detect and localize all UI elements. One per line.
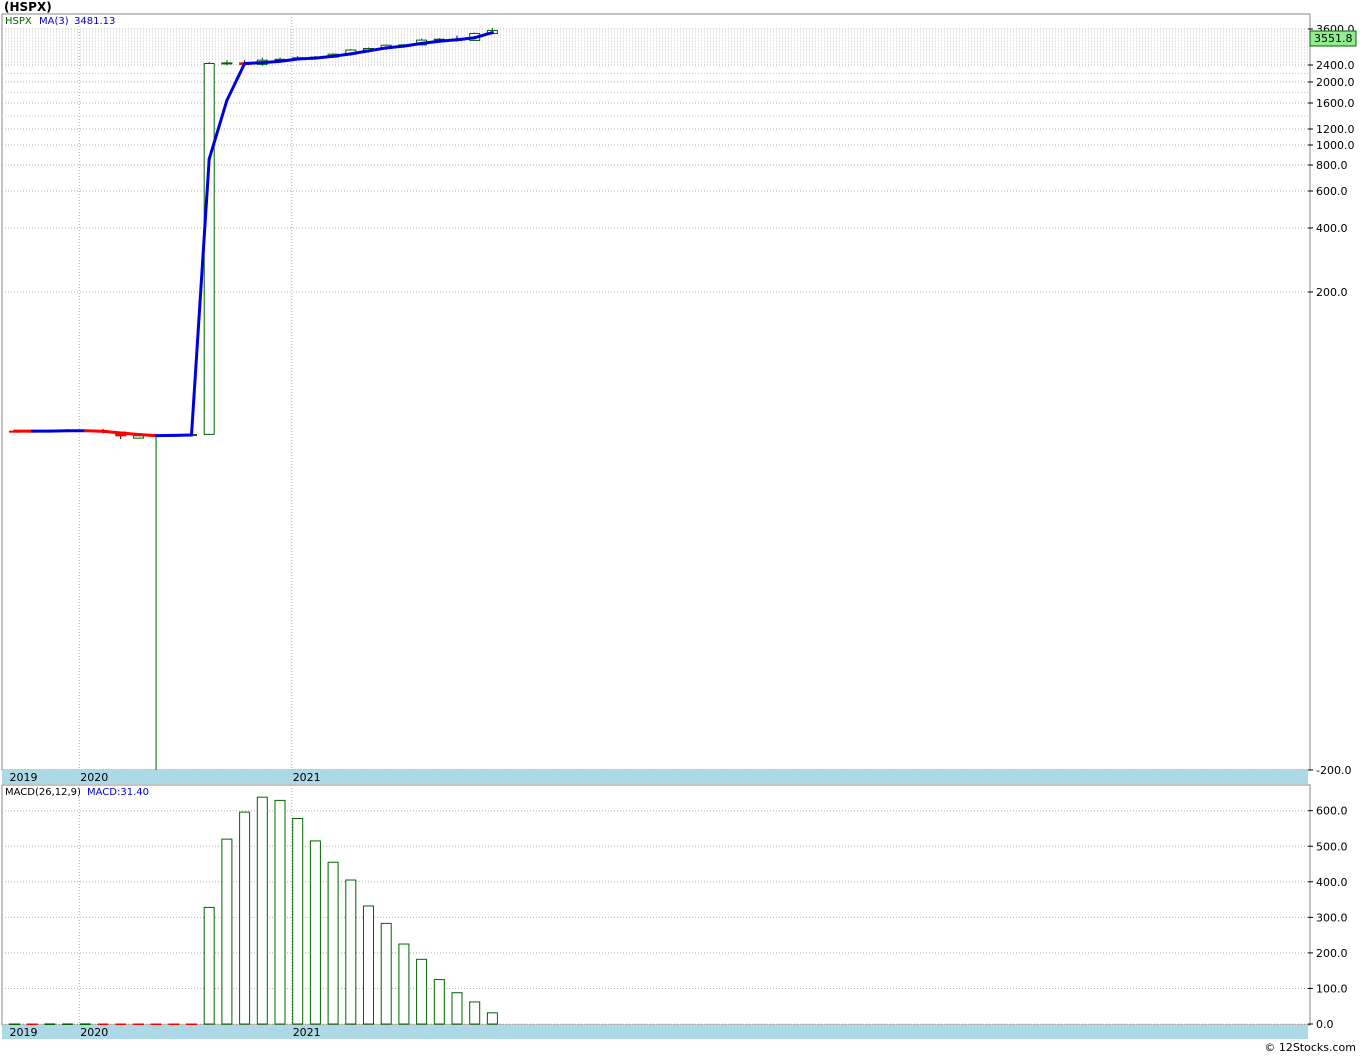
price-y-tick-label: 200.0: [1316, 286, 1348, 299]
macd-bar: [274, 799, 286, 1025]
candle: [203, 62, 215, 435]
macd-bar: [416, 958, 428, 1025]
macd-bar: [380, 922, 392, 1025]
price-y-tick-label: 1600.0: [1316, 97, 1355, 110]
ma-line-segment: [101, 429, 123, 435]
macd-bar: [79, 1023, 91, 1026]
price-x-tick-label: 2020: [80, 771, 108, 784]
macd-bar: [451, 992, 463, 1025]
macd-panel: 600.0 500.0 400.0 300.0 200.0 100.0 0.0 2019 20…: [1, 784, 1348, 1039]
ma-line-segment: [384, 44, 406, 50]
macd-bar: [433, 979, 445, 1025]
macd-bar: [345, 879, 357, 1025]
ma-line-segment: [243, 61, 264, 65]
macd-bar: [363, 905, 374, 1025]
macd-x-tick-label: 2020: [80, 1026, 108, 1039]
price-legend-ma-value: 3481.13: [74, 16, 115, 27]
ma-line-segment: [313, 54, 335, 60]
last-price-tag: 3551.8: [1309, 30, 1357, 47]
chart-canvas: 3600.02400.02000.01600.01200.01000.0800.…: [1, 13, 1357, 1039]
macd-bar: [239, 811, 251, 1025]
candle-body: [221, 62, 233, 65]
macd-bar: [62, 1023, 74, 1026]
macd-bar: [168, 1023, 180, 1026]
macd-bar: [186, 1023, 197, 1026]
macd-bar: [292, 818, 304, 1025]
ma-line-segment: [260, 59, 282, 65]
price-y-tick-label: 1200.0: [1316, 123, 1355, 136]
macd-y-tick-label: 200.0: [1316, 947, 1348, 960]
macd-y-tick-label: 500.0: [1316, 840, 1348, 853]
macd-bar: [469, 1001, 481, 1025]
macd-y-axis: 600.0 500.0 400.0 300.0 200.0 100.0 0.0: [1308, 805, 1348, 1031]
price-x-axis-band: [2, 770, 1308, 784]
macd-legend-value: MACD:31.40: [87, 787, 149, 798]
price-y-tick-label: 400.0: [1316, 222, 1348, 235]
macd-legend-label: MACD(26,12,9): [5, 787, 81, 798]
macd-y-tick-label: 100.0: [1316, 982, 1348, 995]
macd-bar: [97, 1023, 109, 1026]
price-y-axis: 3600.02400.02000.01600.01200.01000.0800.…: [1308, 23, 1355, 777]
price-y-tick-label: -200.0: [1316, 764, 1351, 777]
price-y-tick-label: 1000.0: [1316, 139, 1355, 152]
footer-credit: © 12Stocks.com: [1264, 1041, 1356, 1054]
macd-bar: [327, 861, 339, 1025]
price-legend-symbol: HSPX: [5, 16, 32, 27]
price-y-tick-label: 2400.0: [1316, 59, 1355, 72]
macd-y-tick-label: 600.0: [1316, 805, 1348, 818]
macd-y-tick-label: 0.0: [1316, 1018, 1334, 1031]
price-y-tick-label: 2000.0: [1316, 76, 1355, 89]
macd-y-tick-label: 400.0: [1316, 876, 1348, 889]
price-panel: 3600.02400.02000.01600.01200.01000.0800.…: [1, 13, 1357, 784]
ma-line-segment: [119, 431, 140, 437]
macd-bar: [398, 943, 410, 1025]
last-price-label: 3551.8: [1314, 32, 1353, 45]
macd-bar: [309, 840, 321, 1025]
ma-line-segment: [455, 36, 477, 42]
macd-bar: [26, 1023, 38, 1026]
macd-bar: [486, 1012, 498, 1025]
macd-x-tick-label: 2019: [10, 1026, 38, 1039]
price-x-tick-label: 2021: [293, 771, 321, 784]
macd-x-axis-band: [2, 1025, 1308, 1039]
ma-line-segment: [437, 38, 459, 43]
price-y-tick-label: 800.0: [1316, 159, 1348, 172]
macd-bar: [9, 1023, 20, 1026]
macd-bar: [44, 1023, 56, 1026]
macd-bar: [256, 796, 268, 1025]
macd-y-tick-label: 300.0: [1316, 911, 1348, 924]
macd-bar: [115, 1023, 127, 1026]
price-y-tick-label: 600.0: [1316, 185, 1348, 198]
macd-bar: [221, 838, 233, 1025]
ma-line-segment: [136, 433, 158, 438]
macd-bar: [132, 1023, 144, 1026]
ma-line-segment: [296, 56, 317, 61]
ma-line-segment: [420, 39, 441, 45]
macd-panel-frame: [1, 784, 1311, 1026]
price-panel-frame: [1, 13, 1311, 771]
macd-x-tick-label: 2021: [293, 1026, 321, 1039]
macd-bar: [203, 906, 215, 1025]
macd-bar: [150, 1023, 162, 1026]
candle-body: [203, 63, 215, 435]
price-legend-ma-label: MA(3): [39, 16, 69, 27]
price-x-tick-label: 2019: [10, 771, 38, 784]
